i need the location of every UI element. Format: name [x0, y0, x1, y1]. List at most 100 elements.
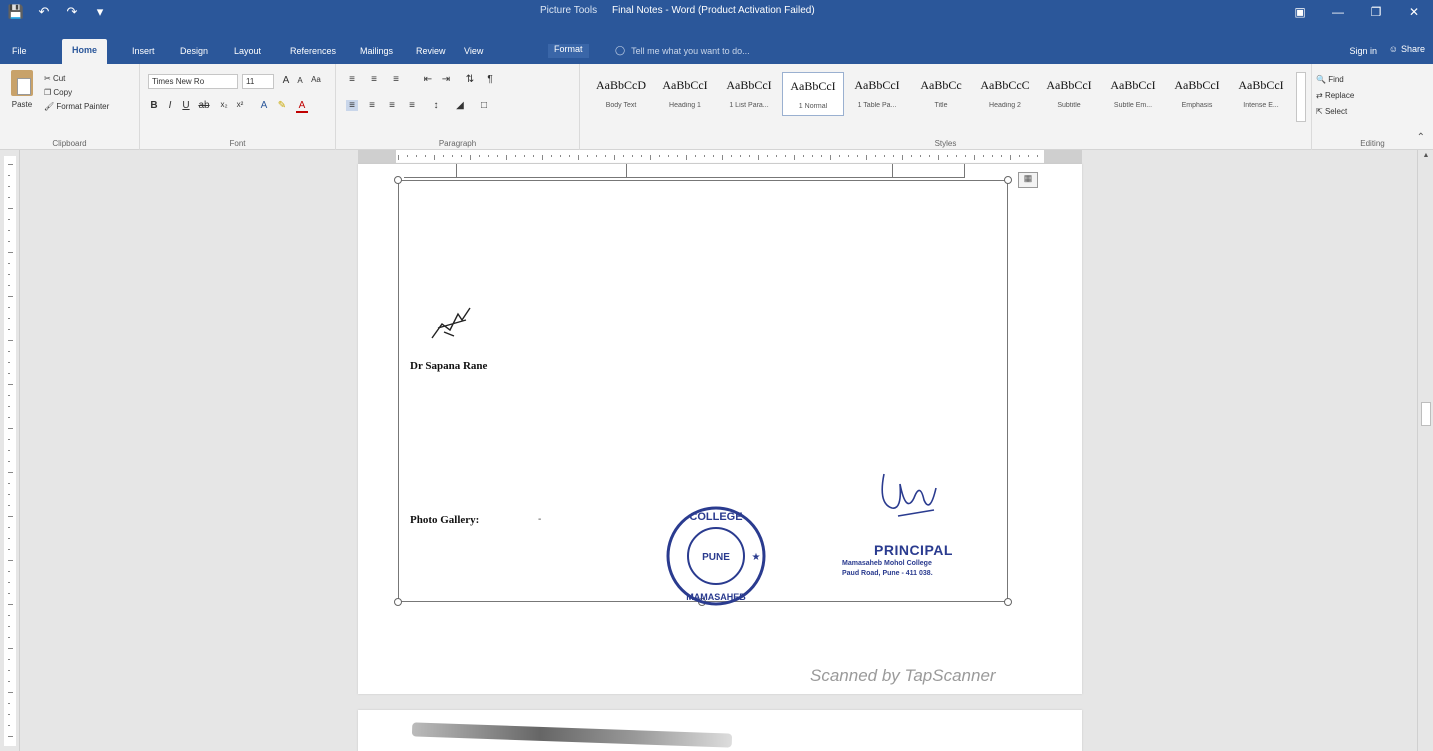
- paste-button[interactable]: Paste: [6, 70, 38, 118]
- redo-icon[interactable]: ↷: [62, 3, 82, 21]
- find-button[interactable]: 🔍 Find: [1316, 72, 1354, 88]
- ruler-tick: [8, 384, 13, 385]
- customize-qat-icon[interactable]: ▾: [90, 3, 110, 21]
- align-center-icon[interactable]: ≡: [366, 100, 378, 111]
- save-icon[interactable]: 💾: [6, 3, 26, 21]
- style-tile[interactable]: AaBbCcI 1 Normal: [782, 72, 844, 116]
- undo-icon[interactable]: ↶: [34, 3, 54, 21]
- style-tile[interactable]: AaBbCcI Subtle Em...: [1102, 72, 1164, 116]
- ruler-tick: [722, 155, 723, 160]
- ruler-tick: [8, 395, 10, 396]
- ruler-tick: [605, 155, 606, 157]
- shrink-font-icon[interactable]: A: [294, 76, 306, 85]
- style-tile[interactable]: AaBbCcI 1 Table Pa...: [846, 72, 908, 116]
- ruler-tick: [812, 155, 813, 157]
- subscript-icon[interactable]: x₂: [218, 100, 230, 109]
- resize-handle[interactable]: [394, 598, 402, 606]
- tab-references[interactable]: References: [290, 46, 336, 56]
- highlight-icon[interactable]: ✎: [276, 100, 288, 111]
- tab-layout[interactable]: Layout: [234, 46, 261, 56]
- italic-icon[interactable]: I: [164, 100, 176, 111]
- college-stamp: COLLEGE PUNE MAMASAHEB ★: [666, 506, 766, 606]
- horizontal-ruler[interactable]: [358, 150, 1082, 164]
- style-tile[interactable]: AaBbCcC Heading 2: [974, 72, 1036, 116]
- ruler-tick: [8, 593, 10, 594]
- style-tile[interactable]: AaBbCcI Emphasis: [1166, 72, 1228, 116]
- bullets-icon[interactable]: ≡: [346, 74, 358, 85]
- strikethrough-icon[interactable]: ab: [198, 100, 210, 111]
- style-tile[interactable]: AaBbCc Title: [910, 72, 972, 116]
- share-button[interactable]: ☺ Share: [1389, 44, 1425, 54]
- layout-options-icon[interactable]: ▦: [1018, 172, 1038, 188]
- vertical-ruler[interactable]: [0, 150, 20, 751]
- font-name-dropdown[interactable]: Times New Ro: [148, 74, 238, 89]
- resize-handle[interactable]: [1004, 598, 1012, 606]
- scrollbar-thumb[interactable]: [1421, 402, 1431, 426]
- ruler-tick: [8, 692, 13, 693]
- show-marks-icon[interactable]: ¶: [484, 74, 496, 85]
- bold-icon[interactable]: B: [148, 100, 160, 111]
- ruler-tick: [8, 736, 13, 737]
- tab-mailings[interactable]: Mailings: [360, 46, 393, 56]
- increase-indent-icon[interactable]: ⇥: [440, 74, 452, 85]
- sign-in-link[interactable]: Sign in: [1349, 46, 1377, 56]
- vertical-scrollbar[interactable]: ▲: [1417, 150, 1433, 751]
- document-page[interactable]: ▦ Dr Sapana Rane Photo Gallery: - COLLEG…: [358, 164, 1082, 694]
- tab-file[interactable]: File: [12, 46, 27, 56]
- tab-home[interactable]: Home: [62, 39, 108, 64]
- resize-handle[interactable]: [394, 176, 402, 184]
- grow-font-icon[interactable]: A: [280, 75, 292, 86]
- table-divider: [456, 164, 457, 178]
- tab-view[interactable]: View: [464, 46, 483, 56]
- style-tile[interactable]: AaBbCcI Intense E...: [1230, 72, 1292, 116]
- font-color-icon[interactable]: A: [296, 100, 308, 113]
- cut-button[interactable]: ✂ Cut: [44, 72, 109, 86]
- style-tile[interactable]: AaBbCcI 1 List Para...: [718, 72, 780, 116]
- copy-button[interactable]: ❐ Copy: [44, 86, 109, 100]
- replace-label: Replace: [1324, 91, 1355, 100]
- ribbon-options-icon[interactable]: ▣: [1281, 0, 1319, 24]
- tab-design[interactable]: Design: [180, 46, 208, 56]
- ruler-tick: [8, 362, 10, 363]
- justify-icon[interactable]: ≡: [406, 100, 418, 111]
- numbering-icon[interactable]: ≡: [368, 74, 380, 85]
- style-sample: AaBbCc: [920, 78, 962, 92]
- stamp-top-text: COLLEGE: [689, 511, 742, 523]
- minimize-icon[interactable]: —: [1319, 0, 1357, 24]
- styles-gallery-scroll[interactable]: [1296, 72, 1306, 122]
- table-divider: [626, 164, 627, 178]
- ruler-tick: [875, 155, 876, 157]
- format-painter-button[interactable]: 🖌 Format Painter: [44, 100, 109, 114]
- shading-icon[interactable]: ◢: [454, 100, 466, 111]
- multilevel-list-icon[interactable]: ≡: [390, 74, 402, 85]
- sort-icon[interactable]: ⇅: [464, 74, 476, 85]
- replace-button[interactable]: ⇄ Replace: [1316, 88, 1354, 104]
- resize-handle[interactable]: [1004, 176, 1012, 184]
- style-tile[interactable]: AaBbCcI Heading 1: [654, 72, 716, 116]
- decrease-indent-icon[interactable]: ⇤: [422, 74, 434, 85]
- align-right-icon[interactable]: ≡: [386, 100, 398, 111]
- borders-icon[interactable]: □: [478, 100, 490, 111]
- tab-review[interactable]: Review: [416, 46, 446, 56]
- tab-insert[interactable]: Insert: [132, 46, 155, 56]
- restore-icon[interactable]: ❐: [1357, 0, 1395, 24]
- tab-format[interactable]: Format: [548, 44, 589, 58]
- collapse-ribbon-icon[interactable]: ⌃: [1417, 132, 1425, 143]
- style-tile[interactable]: AaBbCcI Subtitle: [1038, 72, 1100, 116]
- align-left-icon[interactable]: ≡: [346, 100, 358, 111]
- select-button[interactable]: ⇱ Select: [1316, 104, 1354, 120]
- ruler-tick: [8, 274, 10, 275]
- style-tile[interactable]: AaBbCcD Body Text: [590, 72, 652, 116]
- text-effects-icon[interactable]: A: [258, 100, 270, 111]
- tell-me-box[interactable]: ◯ Tell me what you want to do...: [615, 45, 750, 56]
- ruler-tick: [8, 604, 13, 605]
- next-page[interactable]: [358, 710, 1082, 751]
- underline-icon[interactable]: U: [180, 100, 192, 111]
- line-spacing-icon[interactable]: ↕: [430, 100, 442, 111]
- superscript-icon[interactable]: x²: [234, 100, 246, 109]
- close-icon[interactable]: ✕: [1395, 0, 1433, 24]
- scroll-up-icon[interactable]: ▲: [1421, 152, 1431, 162]
- ruler-tick: [407, 155, 408, 157]
- font-size-dropdown[interactable]: 11: [242, 74, 274, 89]
- change-case-icon[interactable]: Aa: [310, 75, 322, 84]
